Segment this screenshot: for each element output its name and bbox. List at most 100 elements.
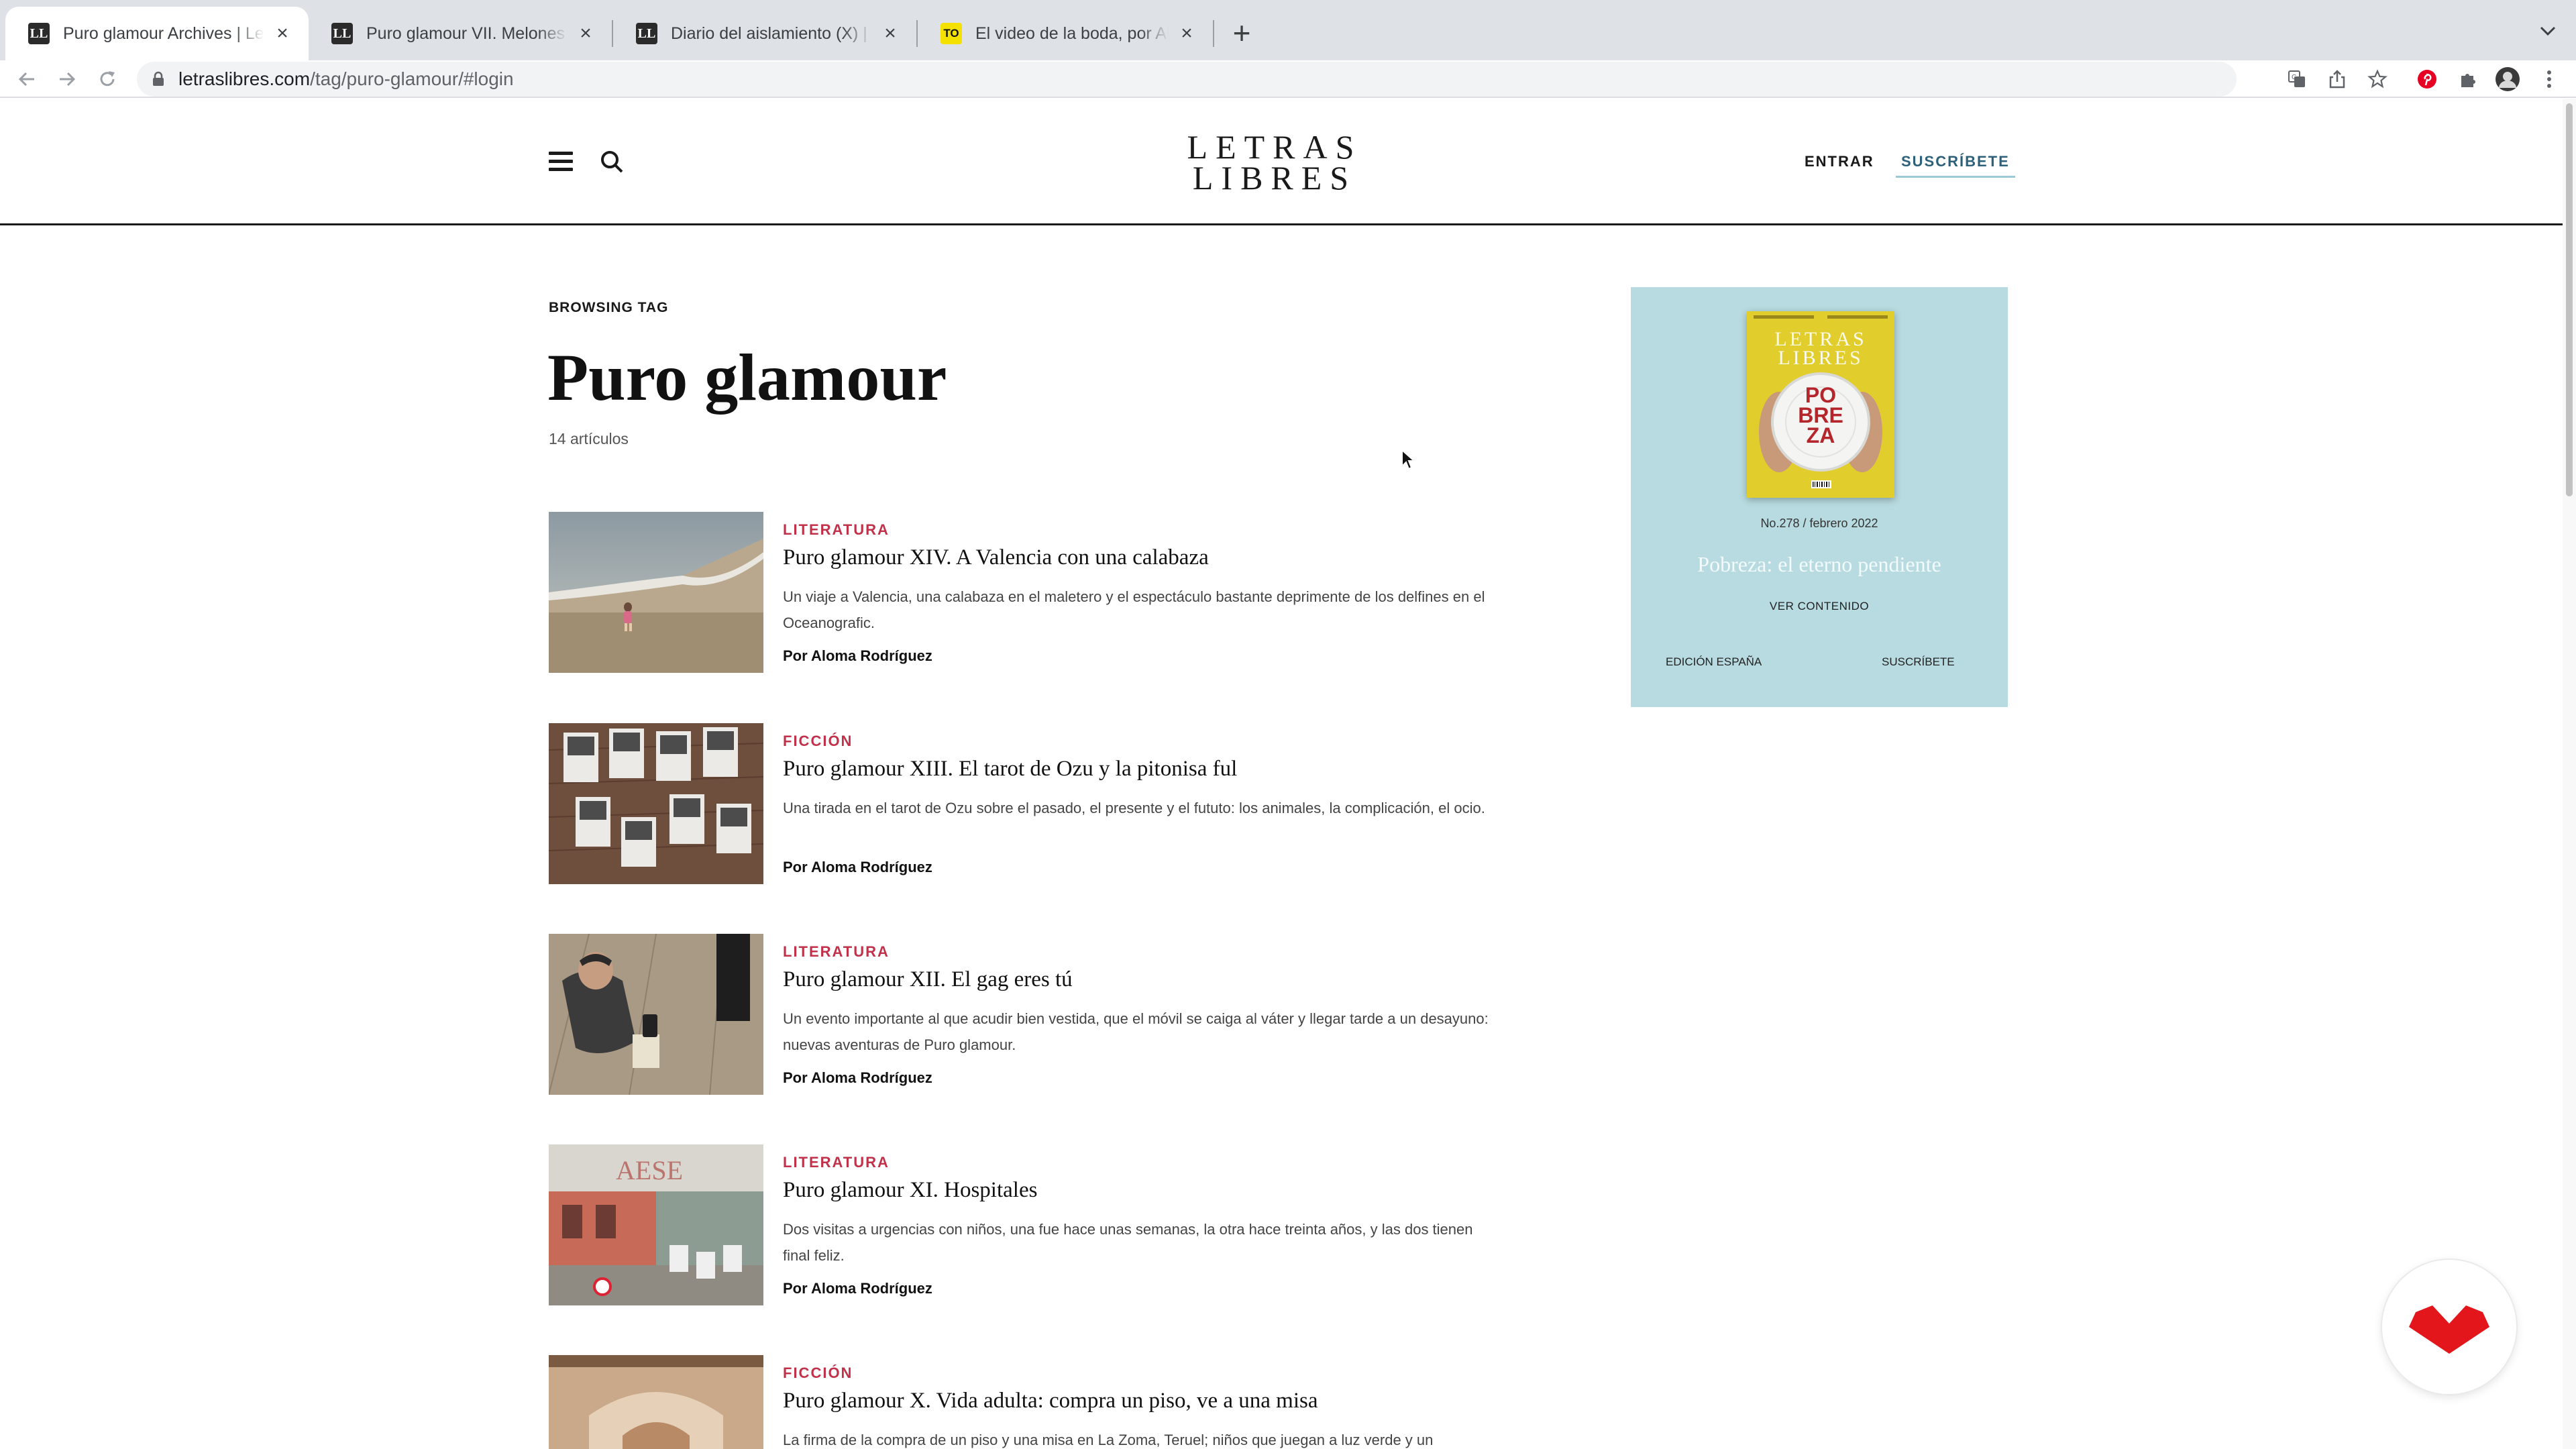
article-item: FICCIÓN Puro glamour X. Vida adulta: com… bbox=[549, 1355, 1488, 1449]
logo-line-2: LIBRES bbox=[1192, 159, 1357, 197]
new-tab-button[interactable]: + bbox=[1225, 16, 1258, 50]
login-link[interactable]: ENTRAR bbox=[1805, 153, 1874, 170]
magazine-headline[interactable]: Pobreza: el eterno pendiente bbox=[1631, 552, 2008, 577]
view-contents-link[interactable]: VER CONTENIDO bbox=[1631, 600, 2008, 613]
url-text: letraslibres.com/tag/puro-glamour/#login bbox=[178, 68, 514, 90]
star-icon bbox=[2367, 69, 2387, 89]
page-scrollbar[interactable] bbox=[2563, 99, 2576, 1449]
browser-tab-title: Puro glamour VII. Melones en el bbox=[366, 23, 568, 43]
close-tab-icon[interactable]: × bbox=[272, 23, 292, 44]
article-author[interactable]: Por Aloma Rodríguez bbox=[783, 859, 932, 876]
article-excerpt: Un viaje a Valencia, una calabaza en el … bbox=[783, 588, 1485, 631]
article-category[interactable]: FICCIÓN bbox=[783, 1364, 853, 1382]
share-icon bbox=[2329, 70, 2345, 89]
browsing-tag-label: BROWSING TAG bbox=[549, 300, 669, 315]
cover-word: BRE bbox=[1798, 403, 1843, 427]
browser-tab-4[interactable]: TO El video de la boda, por Aloma × bbox=[918, 7, 1213, 60]
pinterest-extension-button[interactable] bbox=[2412, 64, 2442, 94]
church-interior-photo bbox=[549, 1355, 763, 1449]
mouse-cursor-icon bbox=[1401, 449, 1415, 470]
close-tab-icon[interactable]: × bbox=[1177, 23, 1197, 44]
browser-tab-title: Puro glamour Archives | Letras Libres bbox=[63, 23, 264, 43]
address-bar[interactable]: letraslibres.com/tag/puro-glamour/#login bbox=[137, 62, 2237, 97]
subscribe-button[interactable]: SUSCRÍBETE bbox=[1896, 153, 2015, 178]
article-title[interactable]: Puro glamour X. Vida adulta: compra un p… bbox=[783, 1389, 1318, 1413]
article-author[interactable]: Por Aloma Rodríguez bbox=[783, 1280, 932, 1297]
lock-icon bbox=[153, 71, 164, 86]
cover-word: PO bbox=[1805, 383, 1837, 407]
close-tab-icon[interactable]: × bbox=[576, 23, 596, 44]
puzzle-icon bbox=[2461, 74, 2475, 87]
article-count: 14 artículos bbox=[549, 430, 629, 447]
reload-icon bbox=[100, 71, 115, 87]
browser-tab-3[interactable]: LL Diario del aislamiento (X) | Letras × bbox=[613, 7, 916, 60]
url-domain: letraslibres.com bbox=[178, 68, 311, 89]
browser-tab-2[interactable]: LL Puro glamour VII. Melones en el × bbox=[309, 7, 612, 60]
browser-tab-strip: LL Puro glamour Archives | Letras Libres… bbox=[0, 0, 2576, 60]
article-category[interactable]: LITERATURA bbox=[783, 1154, 890, 1171]
browser-menu-button[interactable] bbox=[2534, 64, 2564, 94]
magazine-promo: LETRAS LIBRES PO BRE ZA No.278 / febrero… bbox=[1631, 287, 2008, 707]
article-thumbnail[interactable] bbox=[549, 512, 763, 673]
article-title[interactable]: Puro glamour XI. Hospitales bbox=[783, 1178, 1037, 1203]
scrollbar-thumb[interactable] bbox=[2566, 103, 2573, 496]
profile-button[interactable] bbox=[2493, 64, 2522, 94]
article-title[interactable]: Puro glamour XIII. El tarot de Ozu y la … bbox=[783, 757, 1237, 782]
article-category[interactable]: LITERATURA bbox=[783, 521, 890, 539]
edition-selector[interactable]: EDICIÓN ESPAÑA bbox=[1666, 655, 1762, 669]
back-button[interactable] bbox=[12, 64, 42, 94]
floating-logo-button[interactable] bbox=[2382, 1260, 2516, 1394]
site-logo[interactable]: LETRAS LIBRES bbox=[1161, 128, 1389, 197]
search-icon[interactable] bbox=[599, 149, 625, 174]
forward-arrow-icon bbox=[60, 72, 76, 87]
logo-line-1: LETRAS bbox=[1187, 128, 1362, 166]
magazine-subscribe-link[interactable]: SUSCRÍBETE bbox=[1882, 655, 1955, 669]
browser-tab-title: Diario del aislamiento (X) | Letras bbox=[671, 23, 872, 43]
magazine-issue: No.278 / febrero 2022 bbox=[1760, 517, 1878, 530]
cover-word: ZA bbox=[1806, 423, 1835, 447]
article-excerpt: La firma de la compra de un piso y una m… bbox=[783, 1432, 1434, 1448]
tab-separator bbox=[1213, 20, 1214, 47]
beach-photo bbox=[549, 512, 763, 673]
article-category[interactable]: LITERATURA bbox=[783, 943, 890, 961]
article-title[interactable]: Puro glamour XIV. A Valencia con una cal… bbox=[783, 545, 1209, 570]
tab-search-chevron-icon[interactable] bbox=[2534, 17, 2561, 44]
avatar bbox=[2496, 67, 2520, 91]
share-button[interactable] bbox=[2322, 64, 2352, 94]
article-item: FICCIÓN Puro glamour XIII. El tarot de O… bbox=[549, 723, 1488, 884]
translate-button[interactable]: G bbox=[2282, 64, 2312, 94]
close-tab-icon[interactable]: × bbox=[880, 23, 900, 44]
article-title[interactable]: Puro glamour XII. El gag eres tú bbox=[783, 967, 1073, 992]
url-path: /tag/puro-glamour/#login bbox=[310, 68, 514, 89]
article-thumbnail[interactable] bbox=[549, 934, 763, 1095]
menu-icon[interactable] bbox=[549, 152, 573, 172]
cover-headline: PO BRE ZA bbox=[1747, 383, 1894, 447]
browser-tab-title: El video de la boda, por Aloma bbox=[975, 23, 1169, 43]
article-excerpt: Un evento importante al que acudir bien … bbox=[783, 1010, 1489, 1053]
magazine-cover[interactable]: LETRAS LIBRES PO BRE ZA bbox=[1747, 311, 1894, 498]
extensions-button[interactable] bbox=[2453, 64, 2482, 94]
article-thumbnail[interactable] bbox=[549, 1355, 763, 1449]
article-excerpt: Dos visitas a urgencias con niños, una f… bbox=[783, 1221, 1473, 1264]
article-item: LITERATURA Puro glamour XII. El gag eres… bbox=[549, 934, 1489, 1095]
more-vertical-icon bbox=[2547, 70, 2551, 88]
bookmark-button[interactable] bbox=[2363, 64, 2392, 94]
article-category[interactable]: FICCIÓN bbox=[783, 733, 853, 750]
article-excerpt: Una tirada en el tarot de Ozu sobre el p… bbox=[783, 800, 1485, 816]
tarot-cards-photo bbox=[549, 723, 763, 884]
article-thumbnail[interactable]: AESE bbox=[549, 1144, 763, 1305]
article-author[interactable]: Por Aloma Rodríguez bbox=[783, 1069, 932, 1087]
site-header: LETRAS LIBRES ENTRAR SUSCRÍBETE bbox=[0, 99, 2563, 225]
article-thumbnail[interactable] bbox=[549, 723, 763, 884]
hospital-terrace-photo: AESE bbox=[549, 1144, 763, 1305]
heart-logo-icon bbox=[2409, 1305, 2489, 1354]
article-item: AESE LITERATURA Puro glamour XI. Hospita… bbox=[549, 1144, 1488, 1305]
svg-text:AESE: AESE bbox=[616, 1155, 683, 1185]
svg-text:G: G bbox=[2292, 74, 2297, 81]
letras-libres-favicon-icon: LL bbox=[28, 23, 50, 44]
browser-tab-1[interactable]: LL Puro glamour Archives | Letras Libres… bbox=[5, 7, 309, 60]
forward-button[interactable] bbox=[52, 64, 82, 94]
article-item: LITERATURA Puro glamour XIV. A Valencia … bbox=[549, 512, 1488, 673]
article-author[interactable]: Por Aloma Rodríguez bbox=[783, 647, 932, 665]
reload-button[interactable] bbox=[93, 64, 122, 94]
